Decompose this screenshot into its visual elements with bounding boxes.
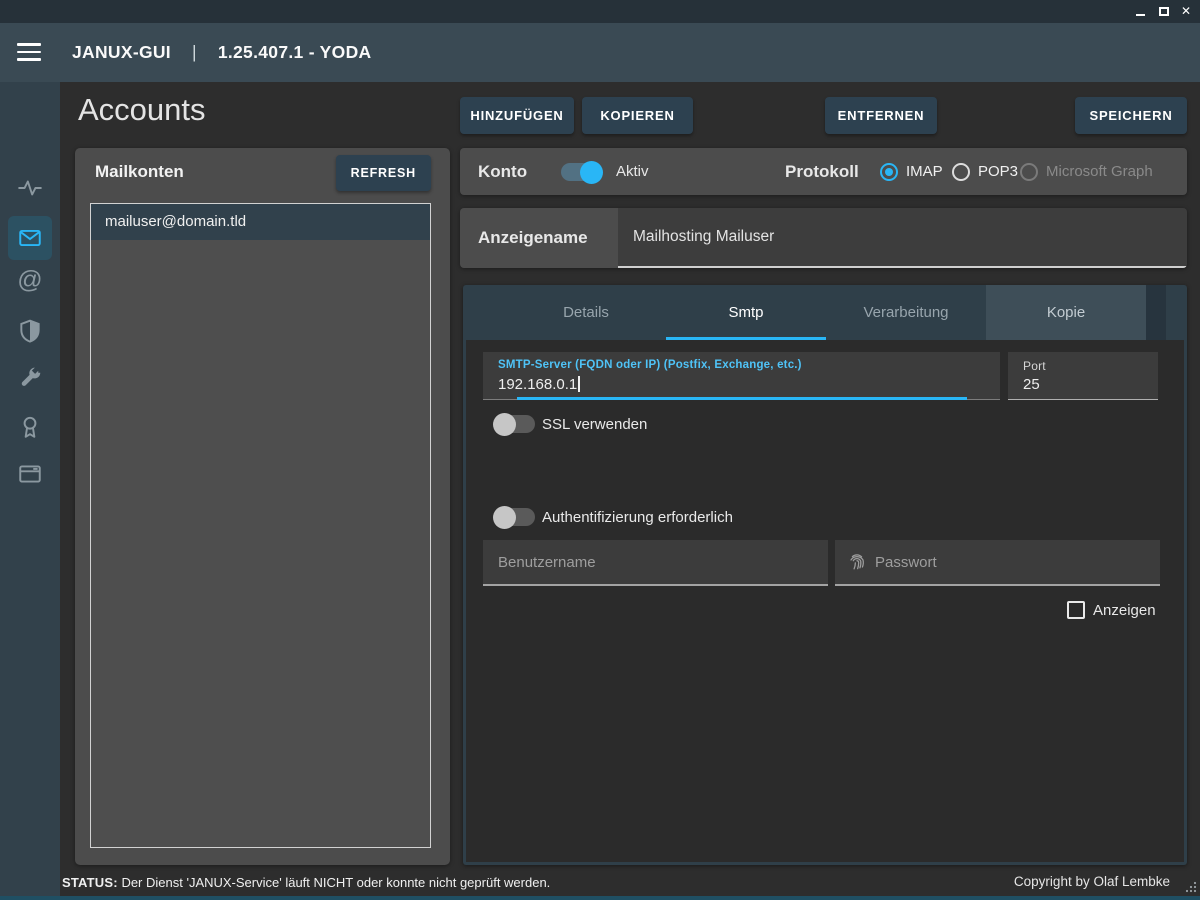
tab-bar-end-block bbox=[1146, 285, 1166, 340]
status-bar-text: STATUS: Der Dienst 'JANUX-Service' läuft… bbox=[62, 875, 550, 890]
smtp-tab-content: SMTP-Server (FQDN oder IP) (Postfix, Exc… bbox=[466, 340, 1184, 862]
radio-imap-label: IMAP bbox=[906, 163, 943, 180]
anzeigename-row: Anzeigename Mailhosting Mailuser bbox=[460, 208, 1187, 268]
minimize-icon bbox=[1136, 14, 1145, 16]
ssl-toggle[interactable] bbox=[495, 415, 535, 433]
mailkonten-title: Mailkonten bbox=[95, 162, 184, 182]
text-caret bbox=[578, 376, 580, 392]
toggle-thumb bbox=[493, 413, 516, 436]
app-title: JANUX-GUI | 1.25.407.1 - YODA bbox=[72, 23, 371, 82]
sidebar-item-mail[interactable] bbox=[8, 216, 52, 260]
window-titlebar: ✕ bbox=[0, 0, 1200, 23]
port-field[interactable]: Port 25 bbox=[1008, 352, 1158, 400]
add-button[interactable]: HINZUFÜGEN bbox=[460, 97, 574, 134]
copyright-text: Copyright by Olaf Lembke bbox=[1014, 874, 1170, 889]
port-value: 25 bbox=[1023, 376, 1040, 393]
tab-kopie[interactable]: Kopie bbox=[986, 285, 1146, 340]
page-title: Accounts bbox=[78, 92, 206, 128]
hamburger-icon bbox=[17, 43, 41, 46]
username-field bbox=[483, 540, 828, 586]
sidebar-item-at[interactable]: @ bbox=[8, 258, 52, 302]
konto-panel: Konto Aktiv Protokoll IMAP POP3 Microsof… bbox=[460, 148, 1187, 195]
sidebar-item-browser[interactable] bbox=[8, 452, 52, 496]
smtp-server-field[interactable]: SMTP-Server (FQDN oder IP) (Postfix, Exc… bbox=[483, 352, 1000, 400]
tab-details[interactable]: Details bbox=[506, 285, 666, 340]
browser-window-icon bbox=[17, 461, 43, 487]
konto-active-toggle[interactable] bbox=[561, 163, 601, 181]
shield-icon bbox=[17, 318, 43, 344]
toggle-thumb bbox=[493, 506, 516, 529]
radio-pop3[interactable]: POP3 bbox=[952, 148, 1018, 195]
status-message: Der Dienst 'JANUX-Service' läuft NICHT o… bbox=[121, 875, 550, 890]
tab-panel: Details Smtp Verarbeitung Kopie SMTP-Ser… bbox=[463, 285, 1187, 865]
tab-smtp[interactable]: Smtp bbox=[666, 285, 826, 340]
mailkonten-panel: REFRESH Mailkonten mailuser@domain.tld bbox=[75, 148, 450, 865]
sidebar: @ bbox=[0, 82, 60, 896]
toggle-thumb bbox=[580, 161, 603, 184]
ssl-label: SSL verwenden bbox=[542, 415, 647, 434]
window-bottom-border bbox=[0, 896, 1200, 900]
app-version: 1.25.407.1 - YODA bbox=[218, 42, 372, 62]
tab-verarbeitung[interactable]: Verarbeitung bbox=[826, 285, 986, 340]
radio-imap-icon bbox=[880, 163, 898, 181]
show-password-checkbox[interactable] bbox=[1067, 601, 1085, 619]
close-button[interactable]: ✕ bbox=[1174, 0, 1198, 23]
protokoll-label: Protokoll bbox=[785, 148, 859, 195]
account-list-item[interactable]: mailuser@domain.tld bbox=[91, 204, 430, 240]
maximize-button[interactable] bbox=[1152, 0, 1176, 23]
radio-imap[interactable]: IMAP bbox=[880, 148, 943, 195]
app-name: JANUX-GUI bbox=[72, 42, 171, 62]
resize-grip[interactable] bbox=[1185, 881, 1197, 893]
app-bar: JANUX-GUI | 1.25.407.1 - YODA bbox=[0, 23, 1200, 82]
status-label: STATUS: bbox=[62, 875, 118, 890]
radio-microsoft-graph-label: Microsoft Graph bbox=[1046, 163, 1153, 180]
port-label: Port bbox=[1023, 359, 1046, 373]
password-input[interactable] bbox=[867, 554, 1160, 571]
radio-pop3-icon bbox=[952, 163, 970, 181]
close-icon: ✕ bbox=[1181, 0, 1191, 23]
smtp-server-value: 192.168.0.1 bbox=[498, 376, 580, 393]
title-separator: | bbox=[192, 42, 197, 62]
activity-icon bbox=[17, 175, 43, 201]
fingerprint-icon bbox=[847, 552, 867, 572]
show-password-label: Anzeigen bbox=[1093, 601, 1156, 620]
password-field bbox=[835, 540, 1160, 586]
minimize-button[interactable] bbox=[1128, 0, 1152, 23]
smtp-server-label: SMTP-Server (FQDN oder IP) (Postfix, Exc… bbox=[498, 359, 802, 371]
username-input[interactable] bbox=[483, 554, 828, 571]
sidebar-item-shield[interactable] bbox=[8, 309, 52, 353]
anzeigename-label: Anzeigename bbox=[460, 208, 618, 268]
award-icon bbox=[17, 414, 43, 440]
radio-microsoft-graph-icon bbox=[1020, 163, 1038, 181]
hamburger-menu-button[interactable] bbox=[17, 43, 43, 62]
sidebar-item-certificate[interactable] bbox=[8, 405, 52, 449]
remove-button[interactable]: ENTFERNEN bbox=[825, 97, 937, 134]
sidebar-item-wrench[interactable] bbox=[8, 356, 52, 400]
at-sign-icon: @ bbox=[17, 266, 42, 295]
maximize-icon bbox=[1159, 7, 1169, 16]
radio-microsoft-graph: Microsoft Graph bbox=[1020, 148, 1153, 195]
auth-required-label: Authentifizierung erforderlich bbox=[542, 508, 733, 527]
konto-label: Konto bbox=[478, 148, 527, 195]
radio-pop3-label: POP3 bbox=[978, 163, 1018, 180]
mail-icon bbox=[17, 225, 43, 251]
tab-bar: Details Smtp Verarbeitung Kopie bbox=[466, 285, 1184, 340]
refresh-button[interactable]: REFRESH bbox=[336, 155, 431, 191]
copy-button[interactable]: KOPIEREN bbox=[582, 97, 693, 134]
account-list: mailuser@domain.tld bbox=[90, 203, 431, 848]
anzeigename-input[interactable]: Mailhosting Mailuser bbox=[618, 208, 1187, 268]
konto-active-label: Aktiv bbox=[616, 148, 649, 195]
save-button[interactable]: SPEICHERN bbox=[1075, 97, 1187, 134]
wrench-icon bbox=[17, 365, 43, 391]
app-window: ✕ JANUX-GUI | 1.25.407.1 - YODA @ bbox=[0, 0, 1200, 900]
sidebar-item-activity[interactable] bbox=[8, 166, 52, 210]
auth-required-toggle[interactable] bbox=[495, 508, 535, 526]
focus-underline bbox=[517, 397, 967, 400]
